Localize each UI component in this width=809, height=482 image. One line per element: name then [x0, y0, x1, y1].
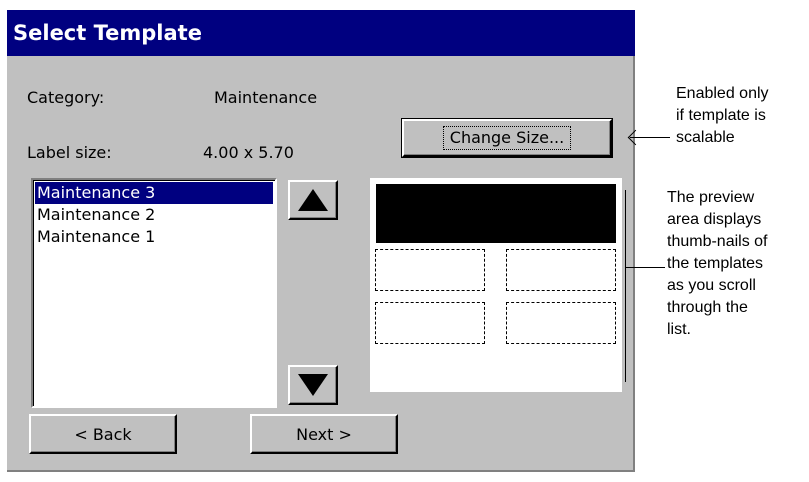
template-preview [370, 178, 622, 392]
preview-thumbnail [375, 249, 485, 291]
change-size-annotation: Enabled only if template is scalable [676, 83, 769, 149]
preview-header-block [376, 184, 616, 243]
annotation-line: if template is [676, 107, 766, 124]
change-size-button[interactable]: Change Size... [401, 118, 613, 158]
select-template-dialog: Select Template Category: Maintenance La… [7, 10, 635, 472]
up-triangle-icon [298, 189, 328, 211]
down-triangle-icon [298, 374, 328, 396]
template-listbox[interactable]: Maintenance 3 Maintenance 2 Maintenance … [31, 178, 277, 408]
list-item[interactable]: Maintenance 3 [35, 182, 273, 204]
dialog-title: Select Template [7, 10, 635, 56]
category-value: Maintenance [214, 88, 318, 107]
preview-thumbnail [375, 302, 485, 344]
annotation-line: through the [667, 299, 748, 316]
scroll-up-button[interactable] [288, 180, 338, 220]
annotation-line: area displays [667, 211, 762, 228]
preview-annotation: The preview area displays thumb-nails of… [667, 187, 768, 341]
next-button[interactable]: Next > [250, 414, 398, 454]
label-size-value: 4.00 x 5.70 [203, 143, 294, 162]
annotation-line: list. [667, 321, 691, 338]
annotation-line: scalable [676, 129, 735, 146]
preview-thumbnail [506, 249, 616, 291]
annotation-line: Enabled only [676, 85, 769, 102]
scroll-down-button[interactable] [288, 365, 338, 405]
stage: Select Template Category: Maintenance La… [0, 0, 809, 482]
change-size-button-label: Change Size... [442, 126, 572, 150]
preview-bracket-line [625, 190, 626, 382]
annotation-line: The preview [667, 189, 755, 206]
list-item[interactable]: Maintenance 1 [35, 226, 273, 248]
preview-thumbnail [506, 302, 616, 344]
list-item[interactable]: Maintenance 2 [35, 204, 273, 226]
preview-callout-line [625, 267, 665, 268]
annotation-line: the templates [667, 255, 764, 272]
label-size-label: Label size: [27, 143, 112, 162]
annotation-line: as you scroll [667, 277, 756, 294]
category-label: Category: [27, 88, 105, 107]
annotation-line: thumb-nails of [667, 233, 768, 250]
back-button[interactable]: < Back [29, 414, 177, 454]
